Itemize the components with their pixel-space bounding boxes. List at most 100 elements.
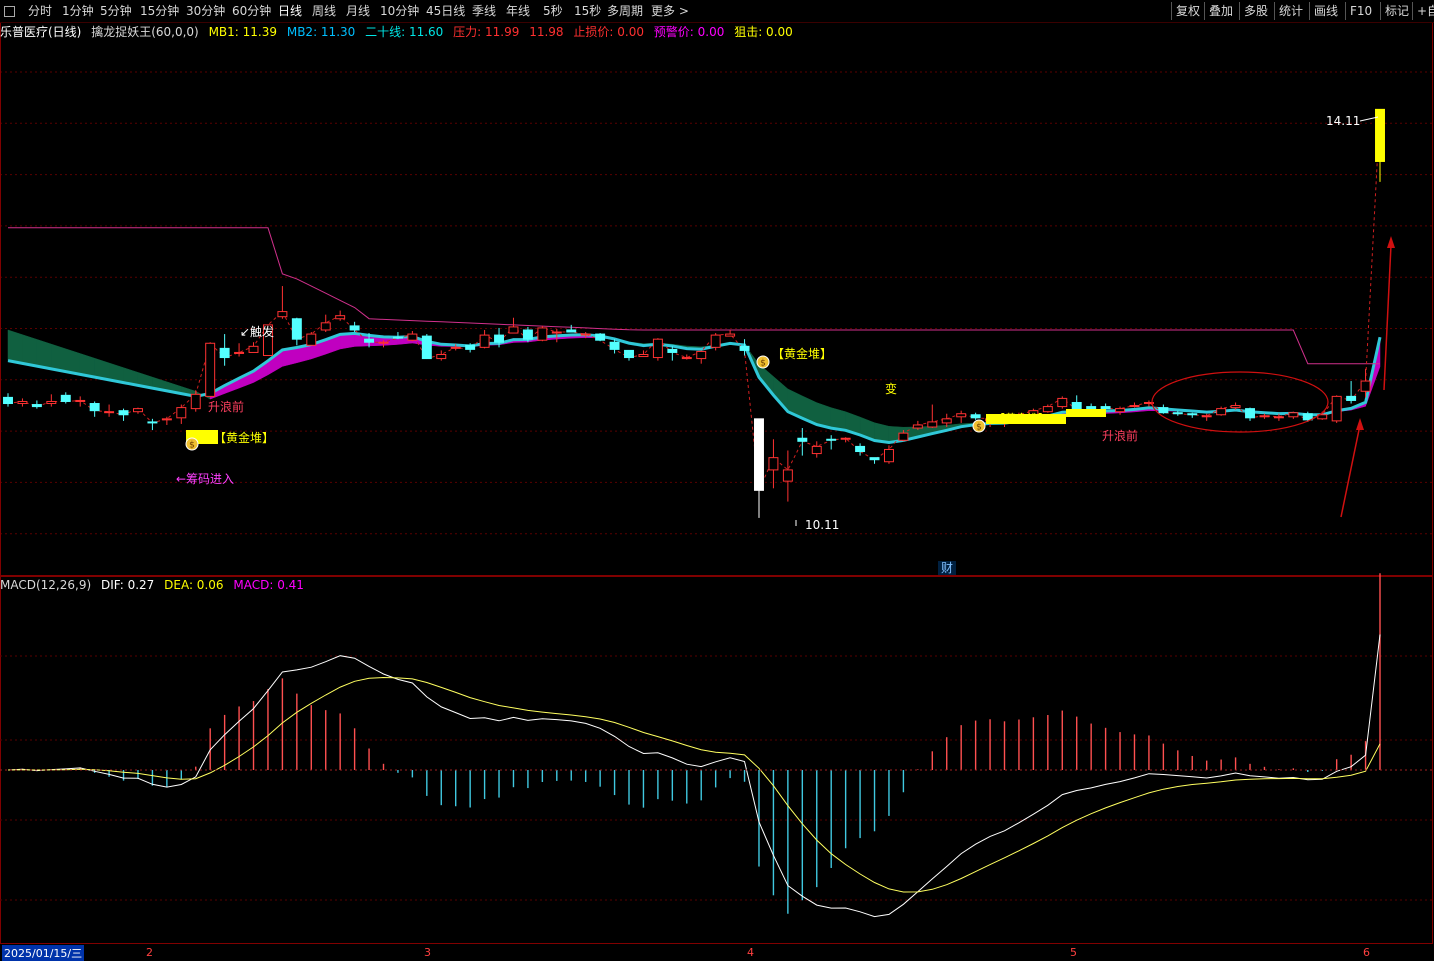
candle-body	[1230, 405, 1241, 409]
candle-body	[1302, 413, 1313, 421]
candle-body	[1288, 412, 1299, 418]
period-15[interactable]: 多周期	[607, 3, 643, 19]
candle	[1245, 407, 1255, 421]
candle-body	[1042, 406, 1053, 413]
ma-band-segment	[7, 329, 23, 364]
candle-body	[219, 347, 230, 359]
candle	[1259, 413, 1270, 419]
macd-header: MACD(12,26,9) DIF: 0.27 DEA: 0.06 MACD: …	[0, 576, 310, 594]
macd-name[interactable]: MACD(12,26,9)	[0, 578, 91, 592]
candle	[3, 393, 13, 407]
candle	[75, 396, 86, 407]
month-label-4: 4	[747, 946, 754, 959]
golden-pile-label-2: 【黄金堆】	[772, 346, 832, 361]
candle	[133, 407, 143, 414]
toolbar-button-7[interactable]: +自	[1412, 2, 1434, 20]
candle	[421, 334, 432, 360]
candle	[869, 457, 880, 464]
candle-body	[782, 469, 793, 482]
candle	[1187, 412, 1198, 418]
candle	[306, 332, 317, 346]
panel-toggle-icon[interactable]	[4, 6, 15, 17]
candle	[320, 314, 331, 333]
ma-band-segment	[36, 339, 52, 370]
money-bag-glyph: $	[760, 359, 766, 369]
kline-chart[interactable]: $$$【黄金堆】【黄金堆】【黄金堆】←筹码进入升浪前升浪前↙触发变14.1110…	[0, 0, 1434, 960]
main-panel-border	[0, 22, 1433, 576]
period-1[interactable]: 1分钟	[62, 3, 94, 19]
toolbar-button-3[interactable]: 统计	[1274, 2, 1307, 20]
candle	[782, 450, 793, 502]
candle-body	[364, 338, 375, 343]
candle	[291, 317, 302, 346]
period-10[interactable]: 45日线	[426, 3, 465, 19]
toolbar-button-5[interactable]: F10	[1345, 2, 1376, 20]
candle-body	[118, 410, 129, 416]
candle	[970, 412, 981, 420]
candle-body	[392, 336, 403, 339]
trigger-label: ↙触发	[240, 324, 274, 339]
candle	[1201, 413, 1212, 421]
candle-body	[638, 353, 649, 358]
wave-before-label-2: 升浪前	[1102, 428, 1138, 443]
candle-body	[652, 338, 663, 359]
indicator-name[interactable]: 擒龙捉妖王(60,0,0)	[91, 25, 199, 39]
period-6[interactable]: 日线	[278, 3, 302, 19]
period-7[interactable]: 周线	[312, 3, 336, 19]
period-9[interactable]: 10分钟	[380, 3, 419, 19]
candle	[826, 435, 837, 450]
period-2[interactable]: 5分钟	[100, 3, 132, 19]
candle	[407, 331, 418, 342]
candle	[161, 416, 172, 425]
candle-body	[1331, 395, 1342, 422]
candle-body	[1187, 413, 1198, 416]
golden-pile-label-1: 【黄金堆】	[214, 430, 274, 445]
arrow-head-icon	[1356, 418, 1364, 430]
candle-body	[537, 327, 548, 341]
candle-body	[609, 341, 620, 350]
candle	[1346, 381, 1357, 404]
stock-name[interactable]: 乐普医疗(日线)	[0, 25, 81, 39]
toolbar-button-0[interactable]: 复权	[1171, 2, 1204, 20]
toolbar-button-4[interactable]: 画线	[1309, 2, 1342, 20]
candle-body	[436, 353, 447, 360]
candle-body	[465, 344, 476, 350]
candle	[595, 333, 606, 342]
candle-body	[883, 448, 894, 463]
candle-body	[234, 351, 245, 354]
candle	[1331, 395, 1342, 423]
period-3[interactable]: 15分钟	[140, 3, 179, 19]
change-label: 变	[885, 381, 897, 396]
candle-body	[248, 345, 259, 353]
main-indicator-header: 乐普医疗(日线) 擒龙捉妖王(60,0,0) MB1: 11.39 MB2: 1…	[0, 23, 1434, 41]
candle	[1158, 404, 1169, 414]
period-4[interactable]: 30分钟	[186, 3, 225, 19]
toolbar-button-6[interactable]: 标记	[1380, 2, 1413, 20]
toolbar-button-1[interactable]: 叠加	[1204, 2, 1237, 20]
candle	[927, 404, 938, 429]
period-0[interactable]: 分时	[28, 3, 52, 19]
period-11[interactable]: 季线	[472, 3, 496, 19]
candle	[883, 445, 894, 464]
golden-pile-bar	[1066, 409, 1106, 417]
candle-body	[927, 421, 938, 428]
candle	[811, 441, 822, 458]
period-8[interactable]: 月线	[346, 3, 370, 19]
candle-body	[291, 318, 302, 340]
candle-body	[205, 342, 216, 397]
candle-body	[681, 357, 692, 360]
period-14[interactable]: 15秒	[574, 3, 601, 19]
candle-body	[826, 438, 837, 441]
ershixian-value: 二十线: 11.60	[365, 25, 444, 39]
period-13[interactable]: 5秒	[543, 3, 563, 19]
toolbar-button-2[interactable]: 多股	[1239, 2, 1272, 20]
candle	[652, 338, 663, 361]
period-12[interactable]: 年线	[506, 3, 530, 19]
candle	[219, 334, 230, 366]
candle-body	[1346, 395, 1357, 401]
period-16[interactable]: 更多 >	[651, 3, 689, 19]
period-5[interactable]: 60分钟	[232, 3, 271, 19]
macd-panel	[0, 573, 1434, 918]
mb1-value: MB1: 11.39	[208, 25, 278, 39]
candle	[768, 439, 779, 489]
